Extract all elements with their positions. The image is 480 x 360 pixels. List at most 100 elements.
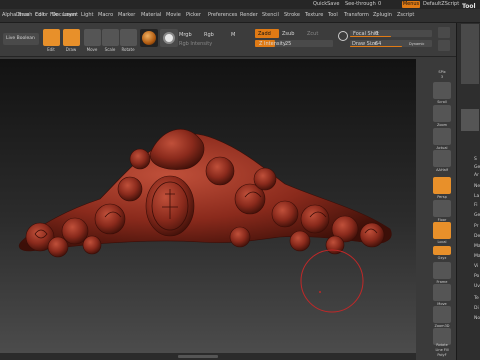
aahalf-label: AAHalf xyxy=(436,168,448,172)
rotate-button[interactable] xyxy=(120,29,137,46)
default-zscript-button[interactable]: DefaultZScript xyxy=(423,1,459,7)
menu-tool[interactable]: Tool xyxy=(328,12,338,18)
local-label: Local xyxy=(437,240,447,244)
rgb-button[interactable]: Rgb xyxy=(204,32,214,38)
spix-value: 3 xyxy=(440,75,444,79)
zoom3d-button[interactable] xyxy=(433,306,451,323)
tool-panel-title[interactable]: Tool xyxy=(462,3,476,10)
see-through-value: 0 xyxy=(378,1,382,7)
actual-button[interactable] xyxy=(433,128,451,145)
menu-preferences[interactable]: Preferences xyxy=(208,12,237,18)
gxyz-button[interactable] xyxy=(433,246,451,255)
rotate-label: Rotate xyxy=(121,47,135,52)
panel-item[interactable]: Ge xyxy=(474,165,480,170)
menu-stencil[interactable]: Stencil xyxy=(262,12,279,18)
frame-button[interactable] xyxy=(433,262,451,279)
scroll-label: Scroll xyxy=(437,100,447,104)
z-intensity-label: Z Intensity xyxy=(259,41,286,47)
live-boolean-label: Live Boolean xyxy=(6,36,35,41)
menu-zscript[interactable]: Zscript xyxy=(397,12,414,18)
toolbar-extra-button[interactable] xyxy=(438,27,450,38)
panel-item[interactable]: De xyxy=(474,234,480,239)
right-shelf: SPix 3 Scroll Zoom Actual AAHalf Persp F… xyxy=(428,60,456,360)
zsub-button[interactable]: Zsub xyxy=(282,31,294,37)
panel-item[interactable]: Pr xyxy=(474,224,479,229)
menu-file[interactable]: File xyxy=(50,12,58,18)
scale-button[interactable] xyxy=(102,29,119,46)
menu-picker[interactable]: Picker xyxy=(186,12,201,18)
menu-texture[interactable]: Texture xyxy=(305,12,323,18)
texture-button[interactable] xyxy=(160,29,178,47)
zcut-button[interactable]: Zcut xyxy=(307,31,318,37)
edit-label: Edit xyxy=(47,47,55,52)
menus-button[interactable]: Menus xyxy=(402,1,420,8)
menu-movie[interactable]: Movie xyxy=(166,12,181,18)
menu-render[interactable]: Render xyxy=(240,12,258,18)
zadd-button[interactable]: Zadd xyxy=(255,29,279,38)
polyf-label[interactable]: PolyF xyxy=(428,353,456,357)
rgb-intensity-label[interactable]: Rgb Intensity xyxy=(179,41,212,47)
panel-item[interactable]: Ma xyxy=(474,254,480,259)
local-button[interactable] xyxy=(433,222,451,239)
bottom-scrollbar[interactable] xyxy=(178,355,218,358)
menu-edit[interactable]: Edit xyxy=(35,12,45,18)
panel-item[interactable]: La xyxy=(474,194,479,199)
menu-draw[interactable]: Draw xyxy=(16,12,29,18)
dynamic-button[interactable]: Dynamic xyxy=(409,42,424,46)
zoom-button[interactable] xyxy=(433,105,451,122)
draw-label: Draw xyxy=(65,47,77,52)
panel-item[interactable]: No xyxy=(474,316,480,321)
menu-marker[interactable]: Marker xyxy=(118,12,135,18)
menu-material[interactable]: Material xyxy=(141,12,161,18)
panel-item[interactable]: Uv xyxy=(474,284,480,289)
rotate-view-label: Rotate xyxy=(436,343,448,347)
quicksave-button[interactable]: QuickSave xyxy=(313,1,339,7)
menu-transform[interactable]: Transform xyxy=(344,12,369,18)
title-bar: QuickSave See-through 0 Menus DefaultZSc… xyxy=(0,0,480,9)
menu-zplugin[interactable]: Zplugin xyxy=(373,12,392,18)
edit-button[interactable] xyxy=(43,29,60,46)
menu-stroke[interactable]: Stroke xyxy=(284,12,300,18)
aahalf-button[interactable] xyxy=(433,150,451,167)
material-sphere-icon xyxy=(142,31,156,45)
menu-bar: Alpha Brush Color Document Draw Edit Fil… xyxy=(0,9,480,23)
panel-item[interactable]: Di xyxy=(474,306,479,311)
panel-item[interactable]: Po xyxy=(474,274,479,279)
see-through-label[interactable]: See-through xyxy=(345,1,376,7)
focal-shift-value: 0 xyxy=(375,31,379,37)
sculpt-model xyxy=(18,129,392,313)
tool-preview[interactable] xyxy=(461,109,479,131)
panel-item[interactable]: Ge xyxy=(474,213,480,218)
panel-item[interactable]: Te xyxy=(474,296,479,301)
panel-item[interactable]: Ar xyxy=(474,173,479,178)
live-boolean-button[interactable]: Live Boolean xyxy=(3,33,39,45)
brush-cursor-icon xyxy=(300,249,364,313)
menu-alpha[interactable]: Alpha xyxy=(2,12,16,18)
scroll-button[interactable] xyxy=(433,82,451,99)
move-view-button[interactable] xyxy=(433,284,451,301)
bottom-bar xyxy=(0,353,416,360)
menu-macro[interactable]: Macro xyxy=(98,12,113,18)
gxyz-label: Gxyz xyxy=(437,256,447,260)
canvas-viewport[interactable] xyxy=(0,59,416,354)
tool-thumbnails[interactable] xyxy=(461,24,479,84)
panel-item[interactable]: Fi xyxy=(474,203,478,208)
draw-button[interactable] xyxy=(63,29,80,46)
panel-item[interactable]: S xyxy=(474,157,477,162)
brush-icon[interactable] xyxy=(338,31,348,41)
line-fill-label[interactable]: Line Fill xyxy=(428,348,456,352)
persp-button[interactable] xyxy=(433,177,451,194)
panel-item[interactable]: Ma xyxy=(474,244,480,249)
material-sphere-button[interactable] xyxy=(140,29,158,47)
move-button[interactable] xyxy=(84,29,101,46)
spix-label: SPix xyxy=(438,70,446,74)
floor-button[interactable] xyxy=(433,200,451,217)
panel-item[interactable]: Vi xyxy=(474,264,478,269)
mrgb-button[interactable]: Mrgb xyxy=(179,32,192,38)
persp-label: Persp xyxy=(437,195,447,199)
menu-light[interactable]: Light xyxy=(81,12,93,18)
panel-item[interactable]: Ne xyxy=(474,184,480,189)
menu-layer[interactable]: Layer xyxy=(63,12,77,18)
toolbar-extra-button-2[interactable] xyxy=(438,40,450,51)
m-button[interactable]: M xyxy=(231,32,235,38)
